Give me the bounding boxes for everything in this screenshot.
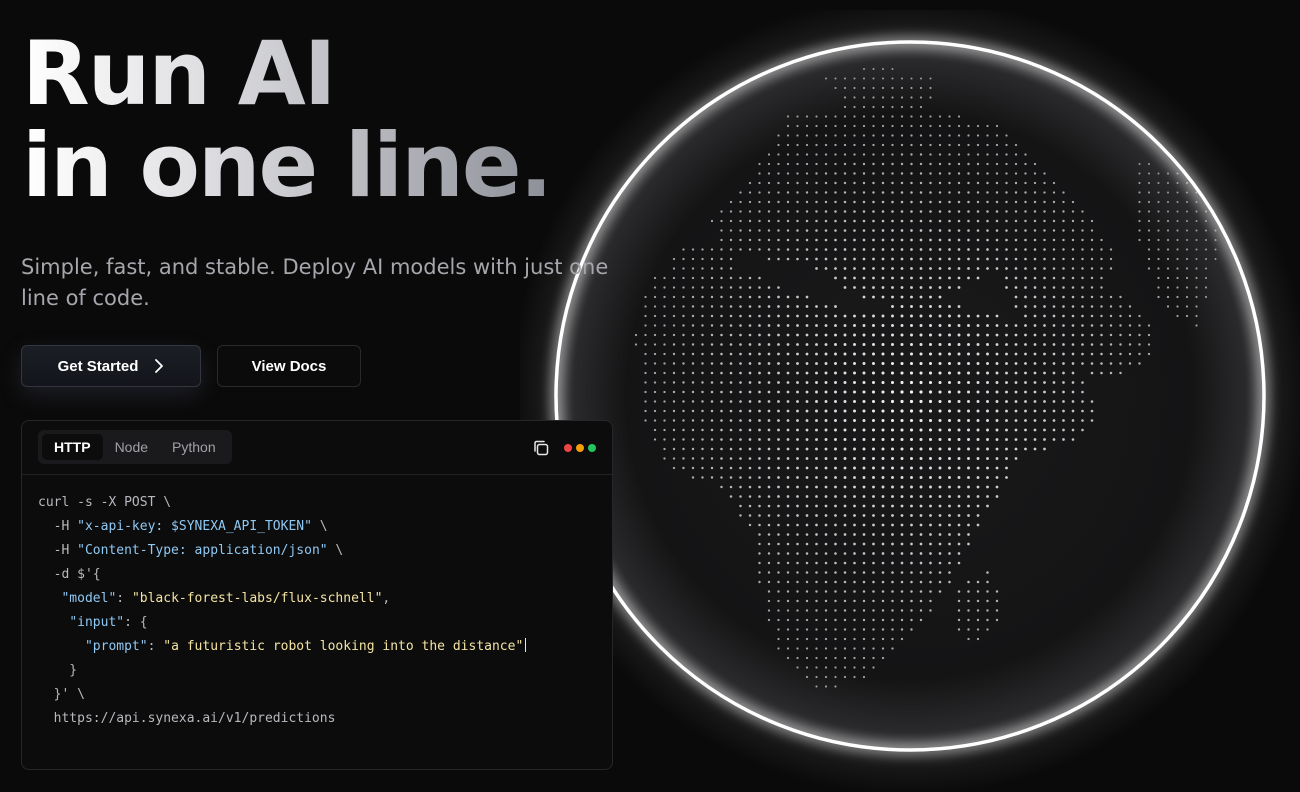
text-caret xyxy=(525,638,527,652)
hero-title: Run AI in one line. xyxy=(22,28,551,212)
code-line: }' \ xyxy=(38,687,85,702)
view-docs-label: View Docs xyxy=(251,357,327,375)
code-panel-header: HTTP Node Python xyxy=(22,421,612,475)
hero-title-line-2: in one line. xyxy=(22,114,551,217)
globe-illustration xyxy=(520,10,1300,792)
hero-section: Run AI in one line. Simple, fast, and st… xyxy=(0,0,1300,792)
language-tabs: HTTP Node Python xyxy=(38,430,232,464)
tab-http[interactable]: HTTP xyxy=(42,434,103,460)
code-line: "model": "black-forest-labs/flux-schnell… xyxy=(61,591,391,606)
code-line: -H "Content-Type: application/json" \ xyxy=(38,543,344,558)
hero-title-line-1: Run AI xyxy=(22,22,335,125)
code-line: -d $'{ xyxy=(38,567,101,582)
code-line: } xyxy=(38,663,78,678)
tab-python[interactable]: Python xyxy=(160,434,228,460)
view-docs-button[interactable]: View Docs xyxy=(217,345,361,387)
get-started-label: Get Started xyxy=(57,357,139,375)
code-line: https://api.synexa.ai/v1/predictions xyxy=(38,711,336,726)
code-line: "prompt": "a futuristic robot looking in… xyxy=(38,635,527,659)
green-dot-icon xyxy=(588,444,596,452)
hero-subtitle: Simple, fast, and stable. Deploy AI mode… xyxy=(21,255,609,310)
chevron-right-icon xyxy=(154,359,164,373)
tab-node[interactable]: Node xyxy=(103,434,160,460)
code-line: -H "x-api-key: $SYNEXA_API_TOKEN" \ xyxy=(38,519,328,534)
code-line: "input": { xyxy=(69,615,148,630)
window-controls xyxy=(564,444,596,452)
code-panel: HTTP Node Python curl -s -X POST \ -H "x… xyxy=(21,420,613,770)
get-started-button[interactable]: Get Started xyxy=(21,345,201,387)
yellow-dot-icon xyxy=(576,444,584,452)
code-block: curl -s -X POST \ -H "x-api-key: $SYNEXA… xyxy=(38,491,527,731)
code-line: curl -s -X POST \ xyxy=(38,495,172,510)
red-dot-icon xyxy=(564,444,572,452)
copy-icon[interactable] xyxy=(532,439,550,457)
